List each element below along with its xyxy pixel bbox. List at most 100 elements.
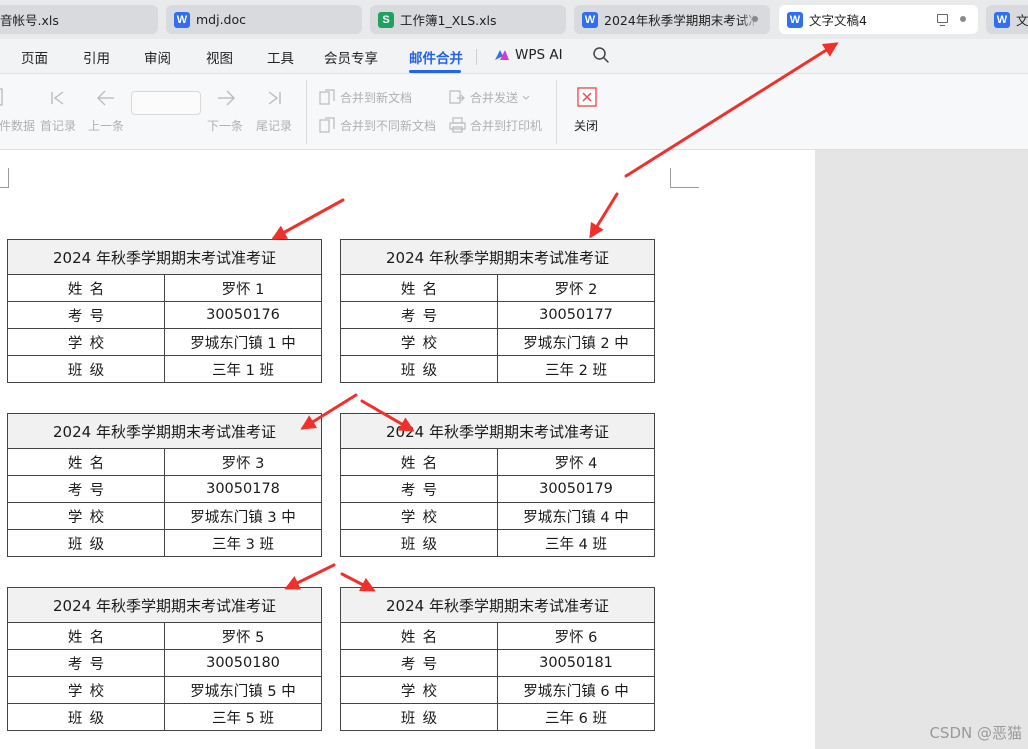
field-label: 考号	[7, 301, 165, 329]
field-label: 姓名	[7, 274, 165, 302]
field-label: 姓名	[340, 448, 498, 476]
ticket-title: 2024 年秋季学期期末考试准考证	[340, 587, 655, 623]
printer-icon	[449, 117, 466, 133]
crop-mark	[670, 187, 699, 188]
field-value: 三年 5 班	[164, 703, 322, 731]
spreadsheet-file-icon: S	[378, 11, 394, 28]
merge-new-doc-icon	[319, 89, 335, 105]
last-record-icon[interactable]	[265, 89, 283, 107]
field-label: 学校	[7, 502, 165, 530]
tab-xls-account[interactable]: 音帐号.xls	[0, 5, 158, 34]
admission-ticket-3: 2024 年秋季学期期末考试准考证 姓名 罗怀 3 考号 30050178 学校 罗城…	[7, 413, 322, 557]
field-label: 班级	[340, 703, 498, 731]
data-source-icon	[0, 88, 3, 106]
tab-label: 文	[1016, 13, 1028, 28]
menu-mail-merge[interactable]: 邮件合并	[409, 47, 463, 67]
watermark: CSDN @恶猫	[929, 724, 1022, 742]
menu-member[interactable]: 会员专享	[324, 47, 378, 67]
field-label: 考号	[340, 475, 498, 503]
field-value: 30050179	[497, 475, 655, 503]
close-icon[interactable]	[577, 87, 597, 107]
field-value: 三年 6 班	[497, 703, 655, 731]
field-label: 考号	[340, 649, 498, 677]
close-button[interactable]: 关闭	[574, 117, 598, 134]
menu-divider	[476, 49, 477, 65]
field-value: 30050181	[497, 649, 655, 677]
window-icon[interactable]	[937, 14, 948, 26]
prev-record-icon[interactable]	[96, 89, 116, 107]
search-icon[interactable]	[592, 46, 610, 64]
field-value: 30050180	[164, 649, 322, 677]
field-label: 姓名	[340, 274, 498, 302]
active-tab-indicator	[409, 70, 461, 73]
record-number-input[interactable]	[131, 91, 201, 115]
prev-record-label[interactable]: 上一条	[88, 117, 124, 134]
menu-page-layout[interactable]: 页面	[21, 47, 48, 67]
field-value: 罗城东门镇 2 中	[497, 328, 655, 356]
field-label: 姓名	[340, 622, 498, 650]
field-label: 学校	[7, 328, 165, 356]
field-value: 三年 4 班	[497, 529, 655, 557]
field-label: 考号	[7, 475, 165, 503]
field-label: 班级	[340, 355, 498, 383]
admission-ticket-5: 2024 年秋季学期期末考试准考证 姓名 罗怀 5 考号 30050180 学校 罗城…	[7, 587, 322, 731]
word-file-icon: W	[787, 11, 803, 28]
field-label: 考号	[7, 649, 165, 677]
field-label: 学校	[340, 502, 498, 530]
menu-review[interactable]: 审阅	[144, 47, 171, 67]
admission-ticket-2: 2024 年秋季学期期末考试准考证 姓名 罗怀 2 考号 30050177 学校 罗城…	[340, 239, 655, 383]
field-value: 罗城东门镇 5 中	[164, 676, 322, 704]
next-record-label[interactable]: 下一条	[207, 117, 243, 134]
menu-view[interactable]: 视图	[206, 47, 233, 67]
field-value: 三年 2 班	[497, 355, 655, 383]
field-value: 三年 1 班	[164, 355, 322, 383]
field-label: 班级	[7, 355, 165, 383]
admission-ticket-1: 2024 年秋季学期期末考试准考证 姓名 罗怀 1 考号 30050176 学校 罗城…	[7, 239, 322, 383]
tab-label: mdj.doc	[196, 12, 247, 27]
merge-diff-docs-button[interactable]: 合并到不同新文档	[340, 117, 436, 134]
merge-send-button[interactable]: 合并发送	[470, 89, 518, 106]
menu-wps-ai[interactable]: WPS AI	[494, 47, 563, 63]
tab-label: 音帐号.xls	[0, 13, 59, 28]
toolbar-divider	[306, 80, 307, 144]
field-value: 罗城东门镇 6 中	[497, 676, 655, 704]
field-label: 班级	[7, 703, 165, 731]
tab-text-doc-5[interactable]: W 文	[986, 5, 1028, 34]
first-record-icon[interactable]	[49, 89, 67, 107]
ticket-title: 2024 年秋季学期期末考试准考证	[7, 413, 322, 449]
field-value: 罗城东门镇 1 中	[164, 328, 322, 356]
ticket-title: 2024 年秋季学期期末考试准考证	[340, 239, 655, 275]
wps-ai-label: WPS AI	[515, 47, 563, 63]
field-value: 罗城东门镇 4 中	[497, 502, 655, 530]
tab-workbook-xls[interactable]: S 工作簿1_XLS.xls	[370, 5, 566, 34]
merge-printer-button[interactable]: 合并到打印机	[470, 117, 542, 134]
last-record-label[interactable]: 尾记录	[256, 117, 292, 134]
field-value: 罗怀 5	[164, 622, 322, 650]
view-data-label[interactable]: 件数据	[0, 117, 35, 134]
tab-label: 工作簿1_XLS.xls	[400, 13, 497, 28]
ribbon-menu-bar: 页面 引用 审阅 视图 工具 会员专享 邮件合并 WPS AI	[0, 39, 1028, 74]
word-file-icon: W	[174, 11, 190, 28]
field-label: 姓名	[7, 622, 165, 650]
field-value: 罗怀 2	[497, 274, 655, 302]
field-value: 罗怀 6	[497, 622, 655, 650]
merge-send-icon	[449, 90, 465, 104]
chevron-down-icon[interactable]	[522, 95, 530, 101]
wps-ai-logo-icon	[495, 50, 509, 60]
tab-mdj-doc[interactable]: W mdj.doc	[166, 5, 362, 34]
tab-exam-ticket-source[interactable]: W 2024年秋季学期期末考试准考证	[574, 5, 770, 34]
admission-ticket-6: 2024 年秋季学期期末考试准考证 姓名 罗怀 6 考号 30050181 学校 罗城…	[340, 587, 655, 731]
unsaved-dot-icon	[752, 16, 758, 22]
tab-text-doc-4[interactable]: W 文字文稿4	[779, 5, 978, 34]
field-label: 考号	[340, 301, 498, 329]
field-value: 罗怀 1	[164, 274, 322, 302]
first-record-label[interactable]: 首记录	[40, 117, 76, 134]
merge-new-doc-button[interactable]: 合并到新文档	[340, 89, 412, 106]
field-value: 罗怀 3	[164, 448, 322, 476]
menu-tools[interactable]: 工具	[267, 47, 294, 67]
tab-label: 2024年秋季学期期末考试准考证	[604, 13, 754, 28]
menu-references[interactable]: 引用	[83, 47, 110, 67]
next-record-icon[interactable]	[216, 89, 236, 107]
word-file-icon: W	[994, 11, 1010, 28]
crop-mark	[8, 168, 9, 188]
